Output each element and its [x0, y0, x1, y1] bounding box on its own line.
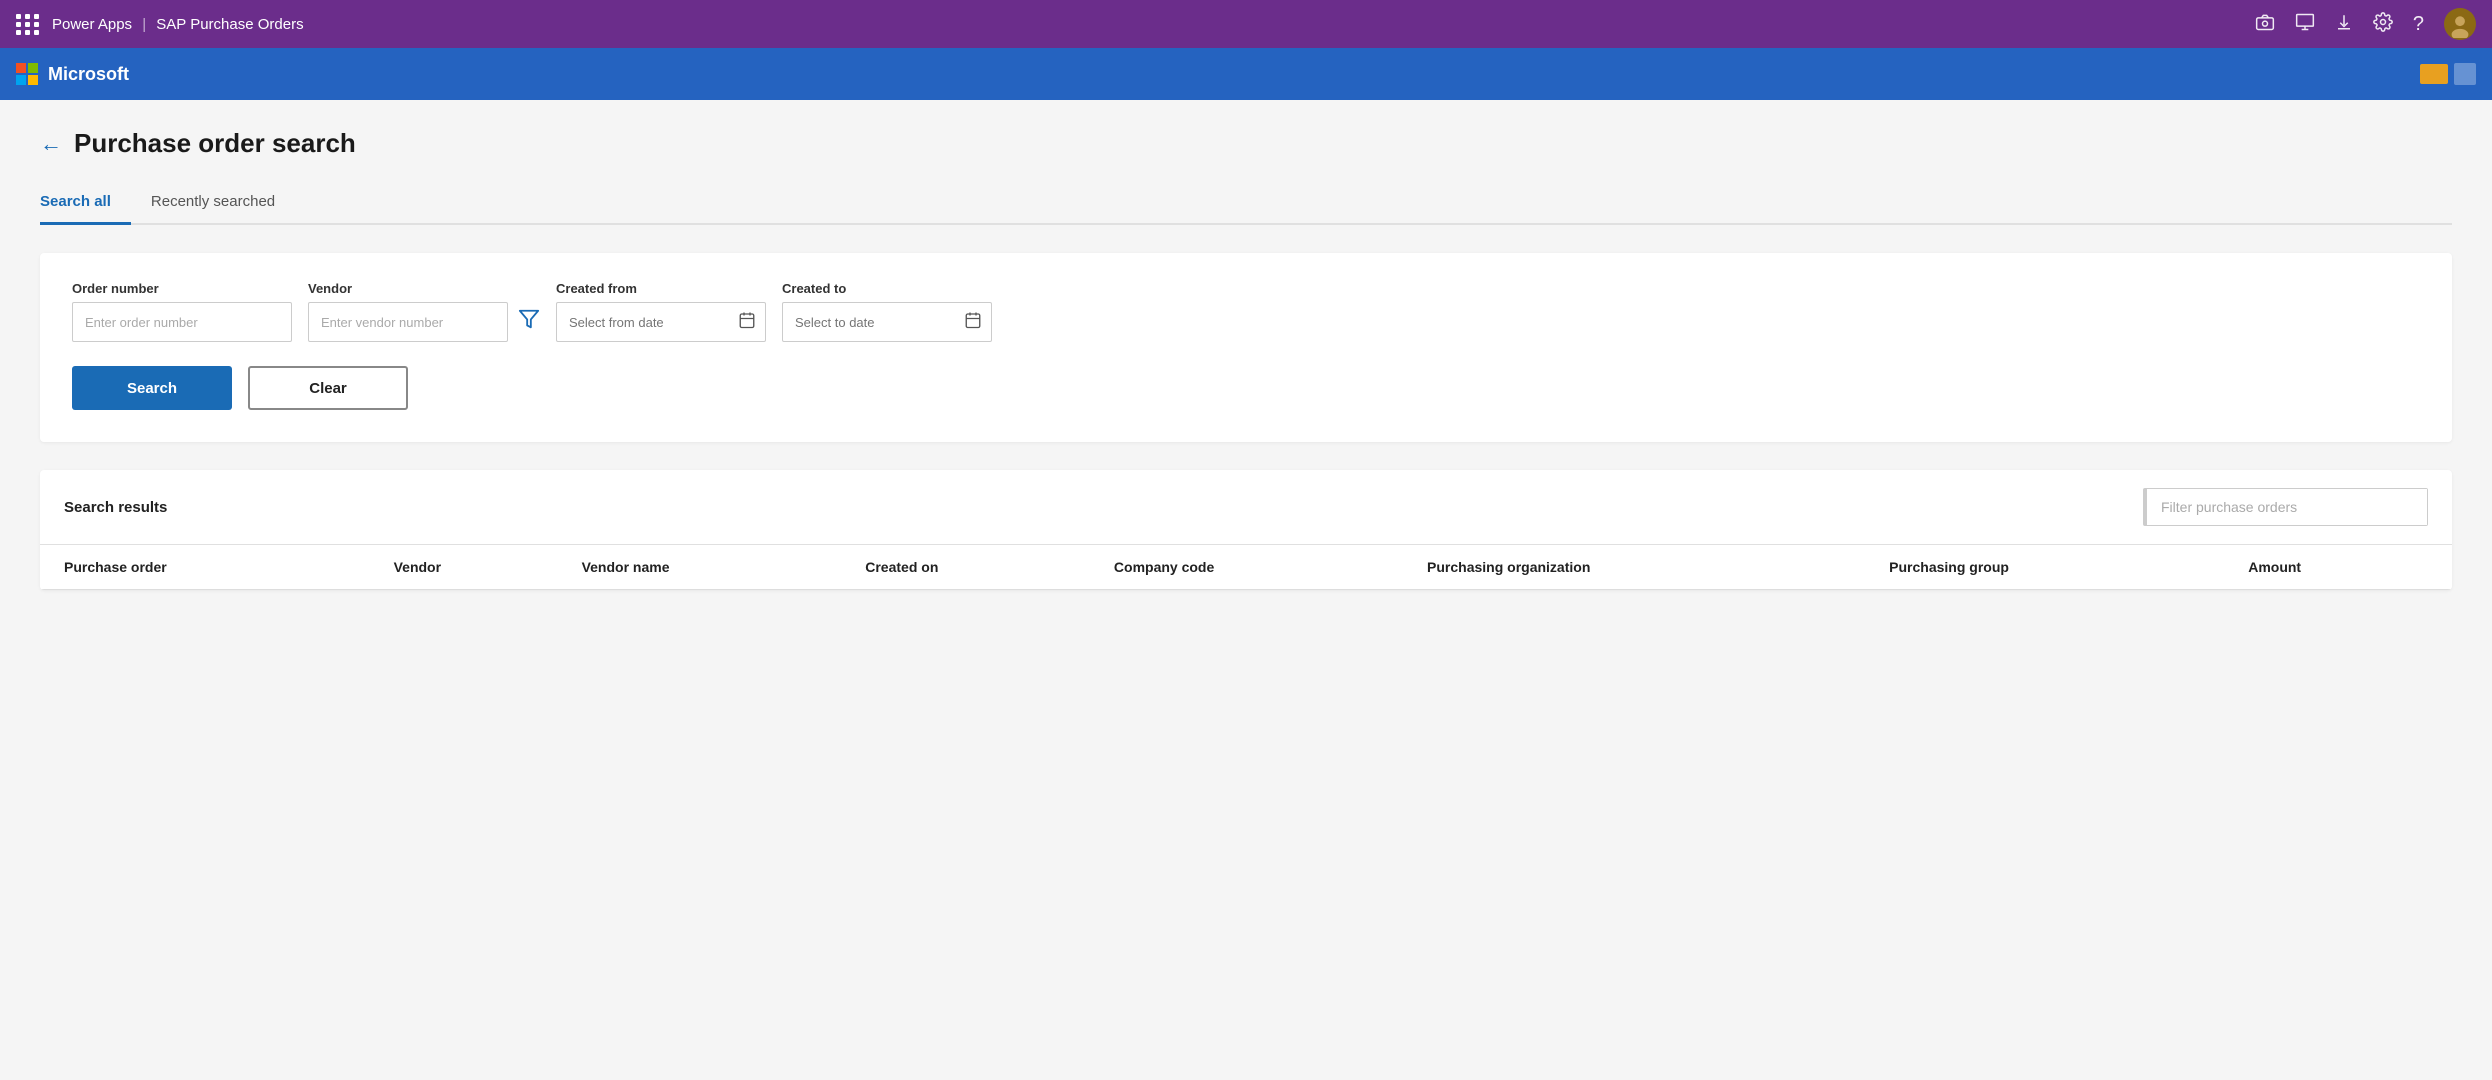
top-nav: Power Apps | SAP Purchase Orders [0, 0, 2492, 48]
results-section: Search results Purchase order Vendor Ven… [40, 470, 2452, 590]
tabs-bar: Search all Recently searched [40, 183, 2452, 225]
main-content: ← Purchase order search Search all Recen… [0, 100, 2492, 1080]
order-number-group: Order number [72, 281, 292, 342]
app-title: Power Apps | SAP Purchase Orders [52, 16, 304, 33]
search-form: Order number Vendor Created [40, 253, 2452, 442]
col-vendor-name: Vendor name [566, 545, 850, 590]
col-created-on: Created on [849, 545, 1098, 590]
col-amount: Amount [2232, 545, 2452, 590]
top-nav-left: Power Apps | SAP Purchase Orders [16, 14, 304, 35]
avatar[interactable] [2444, 8, 2476, 40]
apps-grid-icon[interactable] [16, 14, 40, 35]
filter-po-input[interactable] [2147, 489, 2427, 525]
created-to-input-wrapper [782, 302, 992, 342]
help-icon[interactable]: ? [2413, 13, 2424, 36]
results-table: Purchase order Vendor Vendor name Create… [40, 545, 2452, 590]
app-subtitle: SAP Purchase Orders [156, 16, 303, 33]
ms-logo-grid [16, 63, 38, 85]
table-header-row: Purchase order Vendor Vendor name Create… [40, 545, 2452, 590]
top-nav-right: ? [2255, 8, 2476, 40]
order-number-input[interactable] [72, 302, 292, 342]
vendor-group: Vendor [308, 281, 540, 342]
vendor-input[interactable] [308, 302, 508, 342]
ms-green-square [28, 63, 38, 73]
col-vendor: Vendor [378, 545, 566, 590]
power-apps-label: Power Apps [52, 16, 132, 33]
col-purchase-order: Purchase order [40, 545, 378, 590]
vendor-label: Vendor [308, 281, 540, 296]
order-number-label: Order number [72, 281, 292, 296]
ms-bar-icon2[interactable] [2454, 63, 2476, 85]
created-to-input[interactable] [782, 302, 992, 342]
page-header: ← Purchase order search [40, 128, 2452, 159]
microsoft-logo[interactable]: Microsoft [16, 63, 129, 85]
col-company-code: Company code [1098, 545, 1411, 590]
filter-po-wrapper [2143, 488, 2428, 526]
table-header: Purchase order Vendor Vendor name Create… [40, 545, 2452, 590]
filter-icon[interactable] [518, 308, 540, 336]
ms-bar-right [2420, 63, 2476, 85]
results-header: Search results [40, 470, 2452, 545]
button-row: Search Clear [72, 366, 2420, 410]
clear-button[interactable]: Clear [248, 366, 408, 410]
created-to-group: Created to [782, 281, 992, 342]
page-title: Purchase order search [74, 128, 356, 159]
form-fields-row: Order number Vendor Created [72, 281, 2420, 342]
tab-recently-searched[interactable]: Recently searched [147, 183, 295, 225]
col-purchasing-group: Purchasing group [1873, 545, 2232, 590]
created-from-input[interactable] [556, 302, 766, 342]
search-button[interactable]: Search [72, 366, 232, 410]
back-arrow-icon[interactable]: ← [40, 131, 62, 157]
tab-search-all[interactable]: Search all [40, 183, 131, 225]
created-from-group: Created from [556, 281, 766, 342]
ms-yellow-square [28, 75, 38, 85]
ms-blue-square [16, 75, 26, 85]
created-from-label: Created from [556, 281, 766, 296]
title-separator: | [142, 16, 146, 33]
screen-icon[interactable] [2295, 12, 2315, 37]
settings-icon[interactable] [2373, 12, 2393, 37]
camera-icon[interactable] [2255, 12, 2275, 37]
microsoft-bar: Microsoft [0, 48, 2492, 100]
results-title: Search results [64, 499, 167, 516]
microsoft-label: Microsoft [48, 64, 129, 85]
created-to-label: Created to [782, 281, 992, 296]
created-from-input-wrapper [556, 302, 766, 342]
download-icon[interactable] [2335, 13, 2353, 36]
ms-bar-icon1[interactable] [2420, 64, 2448, 84]
ms-red-square [16, 63, 26, 73]
col-purchasing-organization: Purchasing organization [1411, 545, 1873, 590]
